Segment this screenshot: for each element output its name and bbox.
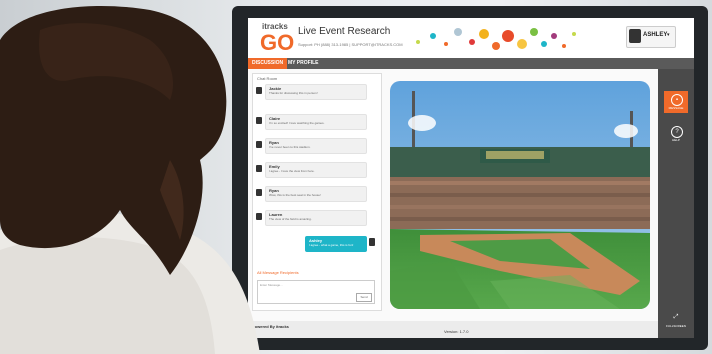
chevron-down-icon: ▾ (667, 32, 670, 38)
version-label: Version: 1.7.0 (444, 329, 469, 334)
sidebar-item-message[interactable]: ▪ MESSAGE (664, 91, 688, 113)
photo-scene: itracks GO Live Event Research Support: … (0, 0, 712, 354)
stadium-photo (390, 81, 650, 309)
sidebar-item-label: MESSAGE (668, 106, 684, 110)
user-menu[interactable]: ASHLEY ▾ (626, 26, 676, 48)
user-avatar-icon (629, 29, 641, 43)
fullscreen-icon: ⤢ (673, 314, 679, 320)
avatar-icon (369, 238, 375, 246)
user-name: ASHLEY (643, 32, 668, 38)
help-icon: ? (671, 126, 683, 138)
sidebar-item-label: HELP (672, 138, 680, 142)
right-sidebar: ▪ MESSAGE ? HELP ⤢ FULLSCREEN (658, 69, 694, 338)
send-button[interactable]: Send (356, 293, 372, 302)
sidebar-item-fullscreen[interactable]: ⤢ FULLSCREEN (664, 309, 688, 331)
person-silhouette (0, 5, 260, 354)
sidebar-item-label: FULLSCREEN (666, 324, 686, 328)
decorative-dots (416, 28, 576, 50)
chat-icon: ▪ (671, 94, 683, 106)
sidebar-item-help[interactable]: ? HELP (664, 123, 688, 145)
